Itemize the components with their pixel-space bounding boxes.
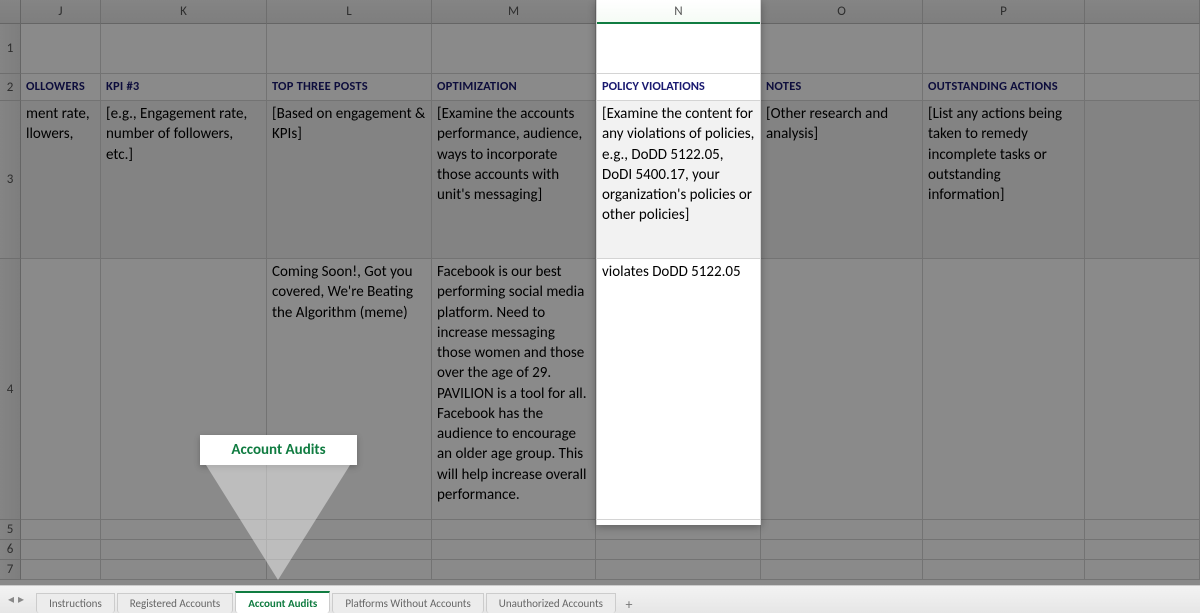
add-sheet-button[interactable]: + bbox=[618, 596, 640, 613]
spreadsheet-grid[interactable]: J K L M N O P 1 2 OLLOWERS KPI #3 TOP TH… bbox=[0, 0, 1200, 585]
tab-prev-icon[interactable]: ◂ bbox=[8, 592, 14, 607]
cell-O1[interactable] bbox=[761, 24, 923, 73]
cell-P3[interactable]: [List any actions being taken to remedy … bbox=[923, 101, 1085, 258]
cell-L3[interactable]: [Based on engagement & KPIs] bbox=[267, 101, 432, 258]
cell-N1[interactable] bbox=[596, 24, 761, 73]
header-kpi3[interactable]: KPI #3 bbox=[101, 74, 267, 100]
tab-next-icon[interactable]: ▸ bbox=[18, 592, 24, 607]
cell-J1[interactable] bbox=[21, 24, 101, 73]
header-outstanding[interactable]: OUTSTANDING ACTIONS bbox=[923, 74, 1085, 100]
callout-account-audits: Account Audits bbox=[200, 435, 357, 465]
cell-J3[interactable]: ment rate, llowers, bbox=[21, 101, 101, 258]
select-all-corner[interactable] bbox=[0, 0, 21, 24]
sheet-body: 1 2 OLLOWERS KPI #3 TOP THREE POSTS OPTI… bbox=[0, 24, 1200, 585]
cell-J5[interactable] bbox=[21, 520, 101, 539]
sheet-tabs: Instructions Registered Accounts Account… bbox=[36, 591, 640, 613]
row-1: 1 bbox=[0, 24, 1200, 74]
col-header-P[interactable]: P bbox=[923, 0, 1085, 24]
col-header-J[interactable]: J bbox=[21, 0, 101, 24]
row-header-7[interactable]: 7 bbox=[0, 560, 21, 580]
cell-Q4[interactable] bbox=[1085, 259, 1200, 519]
cell-M4[interactable]: Facebook is our best performing social m… bbox=[432, 259, 596, 519]
tab-instructions[interactable]: Instructions bbox=[36, 593, 115, 613]
cell-O3[interactable]: [Other research and analysis] bbox=[761, 101, 923, 258]
cell-Q2[interactable] bbox=[1085, 74, 1200, 100]
tab-nav: ◂ ▸ bbox=[2, 586, 30, 613]
tab-account-audits[interactable]: Account Audits bbox=[235, 591, 330, 613]
header-notes[interactable]: NOTES bbox=[761, 74, 923, 100]
row-2: 2 OLLOWERS KPI #3 TOP THREE POSTS OPTIMI… bbox=[0, 74, 1200, 101]
cell-O4[interactable] bbox=[761, 259, 923, 519]
row-6: 6 bbox=[0, 540, 1200, 560]
header-optimization[interactable]: OPTIMIZATION bbox=[432, 74, 596, 100]
header-followers[interactable]: OLLOWERS bbox=[21, 74, 101, 100]
row-header-5[interactable]: 5 bbox=[0, 520, 21, 540]
col-header-N[interactable]: N bbox=[596, 0, 761, 24]
cell-P4[interactable] bbox=[923, 259, 1085, 519]
tab-platforms-without-accounts[interactable]: Platforms Without Accounts bbox=[332, 593, 483, 613]
cell-N3[interactable]: [Examine the content for any violations … bbox=[596, 101, 761, 258]
row-header-6[interactable]: 6 bbox=[0, 540, 21, 560]
header-top-posts[interactable]: TOP THREE POSTS bbox=[267, 74, 432, 100]
tab-unauthorized-accounts[interactable]: Unauthorized Accounts bbox=[486, 593, 616, 613]
sheet-tab-bar: ◂ ▸ Instructions Registered Accounts Acc… bbox=[0, 585, 1200, 613]
cell-M1[interactable] bbox=[432, 24, 596, 73]
callout-arrow-icon bbox=[206, 465, 350, 580]
col-header-O[interactable]: O bbox=[761, 0, 923, 24]
cell-Q3[interactable] bbox=[1085, 101, 1200, 258]
cell-L1[interactable] bbox=[267, 24, 432, 73]
row-3: 3 ment rate, llowers, [e.g., Engagement … bbox=[0, 101, 1200, 259]
row-header-2[interactable]: 2 bbox=[0, 74, 21, 101]
cell-N4[interactable]: violates DoDD 5122.05 bbox=[596, 259, 761, 519]
cell-J4[interactable] bbox=[21, 259, 101, 519]
cell-Q1[interactable] bbox=[1085, 24, 1200, 73]
row-header-4[interactable]: 4 bbox=[0, 259, 21, 520]
col-header-L[interactable]: L bbox=[267, 0, 432, 24]
row-5: 5 bbox=[0, 520, 1200, 540]
row-4: 4 Coming Soon!, Got you covered, We're B… bbox=[0, 259, 1200, 520]
row-header-1[interactable]: 1 bbox=[0, 24, 21, 74]
column-headers: J K L M N O P bbox=[0, 0, 1200, 24]
tab-registered-accounts[interactable]: Registered Accounts bbox=[117, 593, 233, 613]
cell-M3[interactable]: [Examine the accounts performance, audie… bbox=[432, 101, 596, 258]
cell-P1[interactable] bbox=[923, 24, 1085, 73]
header-policy-violations[interactable]: POLICY VIOLATIONS bbox=[596, 74, 761, 100]
cell-K1[interactable] bbox=[101, 24, 267, 73]
col-header-K[interactable]: K bbox=[101, 0, 267, 24]
row-header-3[interactable]: 3 bbox=[0, 101, 21, 259]
col-header-Q[interactable] bbox=[1085, 0, 1200, 24]
cell-K3[interactable]: [e.g., Engagement rate, number of follow… bbox=[101, 101, 267, 258]
row-7: 7 bbox=[0, 560, 1200, 580]
col-header-M[interactable]: M bbox=[432, 0, 596, 24]
